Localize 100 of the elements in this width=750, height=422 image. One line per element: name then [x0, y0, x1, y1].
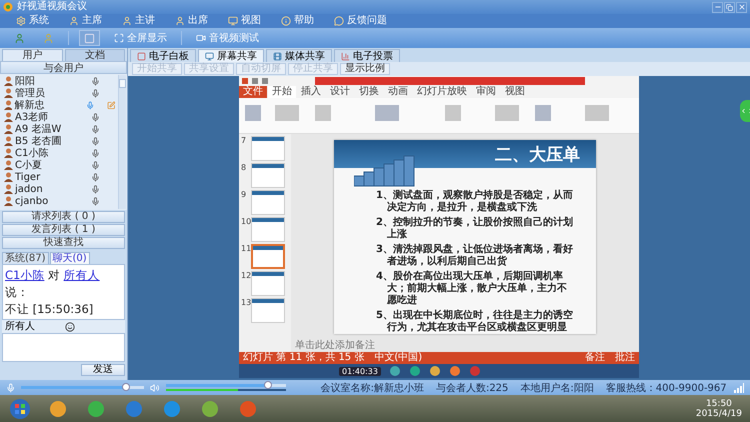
- user-row[interactable]: jadon: [4, 183, 115, 195]
- slide-thumbnail[interactable]: [251, 271, 285, 296]
- share-tab[interactable]: 电子白板: [130, 49, 196, 62]
- sender-link[interactable]: C1小陈: [5, 268, 44, 282]
- menu-item[interactable]: 主讲: [122, 15, 155, 27]
- slide-number: 11: [241, 244, 249, 255]
- menu-item[interactable]: 视图: [228, 15, 261, 27]
- user-row[interactable]: 解新忠: [4, 99, 115, 111]
- side-panel-toggle[interactable]: [740, 100, 750, 122]
- user-name: C1小陈: [15, 148, 50, 158]
- person-avatar-icon: [4, 160, 13, 170]
- slide-number: 10: [241, 217, 249, 228]
- person-icon: [43, 32, 54, 44]
- person-icon: [69, 16, 79, 26]
- user-row[interactable]: cjanbo: [4, 195, 115, 207]
- ribbon-tab[interactable]: 动画: [384, 86, 412, 98]
- list-header: 与会用户: [0, 61, 127, 74]
- send-button[interactable]: 发送: [81, 364, 125, 376]
- clock[interactable]: 15:50 2015/4/19: [696, 398, 742, 418]
- status-button[interactable]: 备注: [585, 353, 605, 363]
- user-row[interactable]: Tiger: [4, 171, 115, 183]
- person-avatar-icon: [4, 76, 13, 86]
- ribbon-tab[interactable]: 切换: [355, 86, 383, 98]
- status-button[interactable]: 批注: [615, 353, 635, 363]
- ribbon-tab[interactable]: 文件: [239, 86, 267, 98]
- slide-thumbnail[interactable]: [251, 163, 285, 188]
- room-name: 会议室名称:解新忠小班: [320, 382, 424, 394]
- slide-thumbnail[interactable]: [251, 136, 285, 161]
- recorder-timer: 01:40:33: [339, 366, 381, 376]
- ribbon-tab[interactable]: 设计: [326, 86, 354, 98]
- user-row[interactable]: A3老师: [4, 111, 115, 123]
- user-row[interactable]: C小夏: [4, 159, 115, 171]
- close-button[interactable]: [736, 2, 747, 12]
- user-row[interactable]: 阳阳: [4, 75, 115, 87]
- message-input[interactable]: [2, 333, 125, 362]
- recipient-link[interactable]: 所有人: [64, 268, 100, 282]
- speaker-icon: [150, 382, 160, 392]
- restore-button[interactable]: [724, 2, 735, 12]
- app-icon[interactable]: [408, 365, 421, 377]
- menu-item[interactable]: 系统: [16, 15, 49, 27]
- minimize-button[interactable]: [712, 2, 723, 12]
- user-row[interactable]: 管理员: [4, 87, 115, 99]
- close-icon: [738, 3, 746, 11]
- user-row[interactable]: C1小陈: [4, 147, 115, 159]
- ribbon-tab[interactable]: 幻灯片放映: [413, 86, 471, 98]
- ribbon-tab[interactable]: 审阅: [472, 86, 500, 98]
- share-tab[interactable]: 电子投票: [334, 49, 400, 62]
- app-icon[interactable]: [388, 365, 401, 377]
- status-text: 中文(中国): [374, 353, 422, 363]
- ribbon-tab[interactable]: 视图: [501, 86, 529, 98]
- menu-item[interactable]: 反馈问题: [334, 15, 387, 27]
- person-avatar-icon: [4, 88, 13, 98]
- user-row[interactable]: A9 老温W: [4, 123, 115, 135]
- chat-tab[interactable]: 聊天(0): [50, 252, 90, 264]
- user-name: jadon: [15, 184, 44, 194]
- signal-icon: [732, 382, 744, 392]
- app-icon[interactable]: [428, 365, 441, 377]
- microphone-icon: [6, 382, 16, 392]
- user-name: C小夏: [15, 160, 43, 170]
- emoji-icon[interactable]: [65, 322, 75, 332]
- share-tab[interactable]: 媒体共享: [266, 49, 332, 62]
- user-name: 阳阳: [15, 76, 36, 86]
- list-button[interactable]: 请求列表 ( 0 ): [2, 211, 125, 223]
- menu-item[interactable]: 主席: [69, 15, 102, 27]
- participant-count: 与会者人数:225: [436, 382, 508, 394]
- person-avatar-icon: [4, 124, 13, 134]
- notes-field[interactable]: 单击此处添加备注: [295, 338, 375, 352]
- slide-thumbnail[interactable]: [251, 244, 285, 269]
- list-button[interactable]: 快速查找: [2, 237, 125, 249]
- film-icon: [273, 52, 282, 60]
- app-icon[interactable]: [448, 365, 461, 377]
- monitor-icon: [205, 52, 214, 60]
- user-name: Tiger: [15, 172, 42, 182]
- app-icon[interactable]: [468, 365, 481, 377]
- menu-item[interactable]: 帮助: [281, 15, 314, 27]
- start-button[interactable]: [8, 398, 32, 420]
- slide-number: 13: [241, 298, 249, 309]
- chat-tab[interactable]: 系统(87): [2, 252, 49, 264]
- slider-thumb[interactable]: [122, 383, 130, 391]
- list-button[interactable]: 发言列表 ( 1 ): [2, 224, 125, 236]
- slide-thumbnail[interactable]: [251, 217, 285, 242]
- person-avatar-icon: [4, 148, 13, 158]
- user-row[interactable]: B5 老杏圃: [4, 135, 115, 147]
- panel-tab[interactable]: 文档: [64, 49, 125, 61]
- status-text: 幻灯片 第 11 张，共 15 张: [243, 353, 364, 363]
- share-tab[interactable]: 屏幕共享: [198, 49, 264, 62]
- slide-thumbnail[interactable]: [251, 190, 285, 215]
- ribbon-tab[interactable]: 插入: [297, 86, 325, 98]
- share-button[interactable]: 显示比例: [340, 63, 390, 75]
- person-icon: [14, 32, 25, 44]
- slider-thumb[interactable]: [264, 381, 272, 389]
- panel-tab[interactable]: 用户: [2, 49, 62, 61]
- layout-button[interactable]: [79, 30, 100, 46]
- restore-icon: [726, 4, 733, 10]
- slide-thumbnail[interactable]: [251, 298, 285, 323]
- local-user: 本地用户名:阳阳: [520, 382, 594, 394]
- ribbon-tab[interactable]: 开始: [268, 86, 296, 98]
- slide-point: 2、控制拉升的节奏，让股价按照自己的计划上涨: [376, 217, 574, 241]
- chat-icon: [334, 16, 344, 26]
- menu-item[interactable]: 出席: [175, 15, 208, 27]
